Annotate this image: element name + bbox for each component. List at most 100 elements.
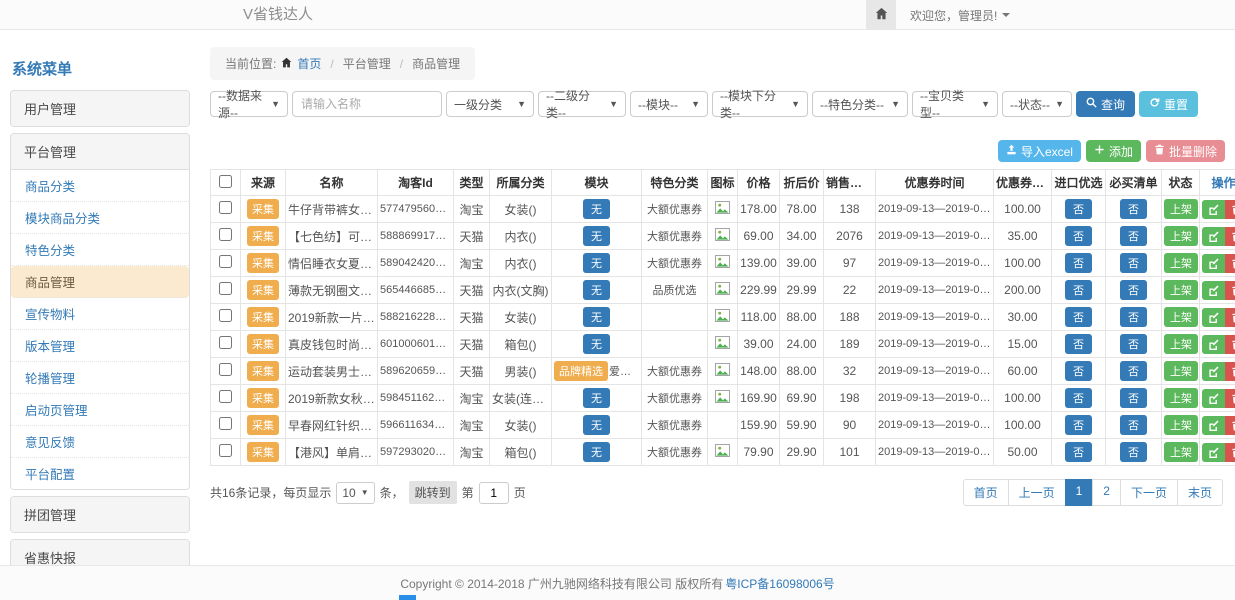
import-select-toggle[interactable]: 否	[1065, 280, 1092, 300]
edit-button[interactable]	[1202, 335, 1225, 354]
delete-button[interactable]	[1225, 227, 1235, 246]
row-checkbox[interactable]	[219, 444, 232, 457]
status-button[interactable]: 上架	[1164, 415, 1198, 435]
must-buy-toggle[interactable]: 否	[1120, 334, 1147, 354]
import-select-toggle[interactable]: 否	[1065, 307, 1092, 327]
delete-button[interactable]	[1225, 200, 1235, 219]
delete-button[interactable]	[1225, 335, 1235, 354]
must-buy-toggle[interactable]: 否	[1120, 415, 1147, 435]
filter-select-feature-category[interactable]: --特色分类--▼	[812, 91, 908, 117]
filter-select-item-type[interactable]: --宝贝类型--▼	[912, 91, 998, 117]
status-button[interactable]: 上架	[1164, 307, 1198, 327]
sidebar-section-用户管理[interactable]: 用户管理	[11, 91, 189, 126]
edit-button[interactable]	[1202, 200, 1225, 219]
page-button-2[interactable]: 2	[1092, 479, 1121, 506]
delete-button[interactable]	[1225, 416, 1235, 435]
page-button-首页[interactable]: 首页	[963, 479, 1009, 506]
row-checkbox[interactable]	[219, 255, 232, 268]
jump-button[interactable]: 跳转到	[409, 481, 457, 504]
row-checkbox[interactable]	[219, 363, 232, 376]
filter-select-module[interactable]: --模块--▼	[630, 91, 708, 117]
module-badge[interactable]: 无	[583, 199, 610, 219]
edit-button[interactable]	[1202, 281, 1225, 300]
import-select-toggle[interactable]: 否	[1065, 253, 1092, 273]
jump-page-input[interactable]	[479, 482, 509, 504]
sidebar-item-模块商品分类[interactable]: 模块商品分类	[11, 202, 189, 234]
user-menu[interactable]: 欢迎您，管理员!	[896, 0, 1024, 30]
module-badge[interactable]: 无	[583, 442, 610, 462]
select-all-checkbox[interactable]	[219, 175, 232, 188]
must-buy-toggle[interactable]: 否	[1120, 199, 1147, 219]
status-button[interactable]: 上架	[1164, 280, 1198, 300]
must-buy-toggle[interactable]: 否	[1120, 253, 1147, 273]
delete-button[interactable]	[1225, 281, 1235, 300]
page-button-上一页[interactable]: 上一页	[1008, 479, 1066, 506]
import-excel-button[interactable]: 导入excel	[998, 140, 1081, 162]
delete-button[interactable]	[1225, 389, 1235, 408]
edit-button[interactable]	[1202, 389, 1225, 408]
import-select-toggle[interactable]: 否	[1065, 199, 1092, 219]
row-checkbox[interactable]	[219, 390, 232, 403]
edit-button[interactable]	[1202, 443, 1225, 462]
delete-button[interactable]	[1225, 254, 1235, 273]
status-button[interactable]: 上架	[1164, 334, 1198, 354]
row-checkbox[interactable]	[219, 228, 232, 241]
sidebar-section-拼团管理[interactable]: 拼团管理	[11, 497, 189, 532]
edit-button[interactable]	[1202, 362, 1225, 381]
module-badge[interactable]: 无	[583, 307, 610, 327]
import-select-toggle[interactable]: 否	[1065, 415, 1092, 435]
status-button[interactable]: 上架	[1164, 253, 1198, 273]
must-buy-toggle[interactable]: 否	[1120, 307, 1147, 327]
module-badge[interactable]: 无	[583, 226, 610, 246]
module-badge[interactable]: 无	[583, 415, 610, 435]
import-select-toggle[interactable]: 否	[1065, 334, 1092, 354]
add-button[interactable]: 添加	[1086, 140, 1141, 162]
must-buy-toggle[interactable]: 否	[1120, 226, 1147, 246]
import-select-toggle[interactable]: 否	[1065, 388, 1092, 408]
page-button-1[interactable]: 1	[1065, 479, 1094, 506]
must-buy-toggle[interactable]: 否	[1120, 388, 1147, 408]
sidebar-item-宣传物料[interactable]: 宣传物料	[11, 298, 189, 330]
page-button-下一页[interactable]: 下一页	[1120, 479, 1178, 506]
delete-button[interactable]	[1225, 443, 1235, 462]
delete-button[interactable]	[1225, 362, 1235, 381]
icp-link[interactable]: 粤ICP备16098006号	[725, 575, 834, 592]
must-buy-toggle[interactable]: 否	[1120, 280, 1147, 300]
breadcrumb-home-link[interactable]: 首页	[297, 55, 321, 72]
status-button[interactable]: 上架	[1164, 226, 1198, 246]
sidebar-item-意见反馈[interactable]: 意见反馈	[11, 426, 189, 458]
sidebar-item-轮播管理[interactable]: 轮播管理	[11, 362, 189, 394]
row-checkbox[interactable]	[219, 201, 232, 214]
sidebar-section-平台管理[interactable]: 平台管理	[11, 134, 189, 170]
row-checkbox[interactable]	[219, 309, 232, 322]
module-badge[interactable]: 品牌精选	[554, 361, 608, 381]
per-page-select[interactable]: 10▼	[336, 482, 374, 504]
module-badge[interactable]: 无	[583, 280, 610, 300]
edit-button[interactable]	[1202, 227, 1225, 246]
filter-select-level2-category[interactable]: --二级分类--▼	[538, 91, 626, 117]
name-search-input[interactable]	[292, 91, 442, 117]
sidebar-item-平台配置[interactable]: 平台配置	[11, 458, 189, 489]
must-buy-toggle[interactable]: 否	[1120, 361, 1147, 381]
filter-select-module-subcategory[interactable]: --模块下分类--▼	[712, 91, 808, 117]
sidebar-item-商品分类[interactable]: 商品分类	[11, 170, 189, 202]
reset-button[interactable]: 重置	[1139, 91, 1198, 117]
status-button[interactable]: 上架	[1164, 442, 1198, 462]
status-button[interactable]: 上架	[1164, 199, 1198, 219]
sidebar-item-商品管理[interactable]: 商品管理	[11, 266, 189, 298]
import-select-toggle[interactable]: 否	[1065, 442, 1092, 462]
module-badge[interactable]: 无	[583, 334, 610, 354]
sidebar-section-省惠快报[interactable]: 省惠快报	[11, 540, 189, 565]
module-badge[interactable]: 无	[583, 388, 610, 408]
module-badge[interactable]: 无	[583, 253, 610, 273]
edit-button[interactable]	[1202, 416, 1225, 435]
filter-select-level1-category[interactable]: 一级分类▼	[446, 91, 534, 117]
sidebar-item-版本管理[interactable]: 版本管理	[11, 330, 189, 362]
row-checkbox[interactable]	[219, 336, 232, 349]
must-buy-toggle[interactable]: 否	[1120, 442, 1147, 462]
edit-button[interactable]	[1202, 254, 1225, 273]
batch-delete-button[interactable]: 批量删除	[1146, 140, 1225, 162]
filter-select-data-source[interactable]: --数据来源--▼	[210, 91, 288, 117]
sidebar-item-特色分类[interactable]: 特色分类	[11, 234, 189, 266]
delete-button[interactable]	[1225, 308, 1235, 327]
